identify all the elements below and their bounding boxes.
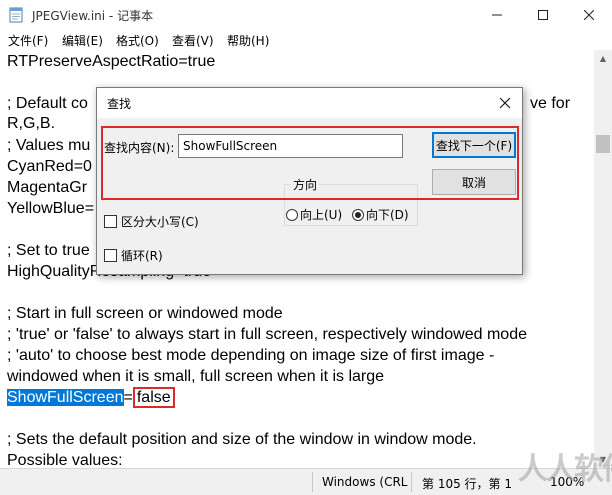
menu-format[interactable]: 格式(O) bbox=[116, 32, 159, 49]
close-icon bbox=[499, 97, 511, 109]
direction-down-radio[interactable]: 向下(D) bbox=[352, 206, 409, 223]
checkbox-icon bbox=[104, 215, 117, 228]
editor-line: windowed when it is small, full screen w… bbox=[7, 368, 385, 385]
find-dialog-titlebar: 查找 bbox=[97, 88, 522, 118]
vertical-scrollbar[interactable]: ▲ ▼ bbox=[594, 50, 612, 468]
maximize-button[interactable] bbox=[520, 0, 566, 30]
direction-up-radio[interactable]: 向上(U) bbox=[286, 206, 342, 223]
find-dialog: 查找 查找内容(N): 查找下一个(F) 取消 方向 向上(U) 向下(D) 区… bbox=[96, 87, 523, 275]
status-divider bbox=[312, 472, 313, 492]
editor-line: ; Sets the default position and size of … bbox=[7, 431, 477, 448]
match-case-checkbox[interactable]: 区分大小写(C) bbox=[104, 213, 199, 230]
watermark-logo: 人人软件 bbox=[518, 452, 612, 487]
editor-line: Possible values: bbox=[7, 452, 123, 468]
match-case-label: 区分大小写(C) bbox=[121, 215, 199, 229]
find-dialog-close-button[interactable] bbox=[488, 88, 522, 118]
editor-line: ; 'true' or 'false' to always start in f… bbox=[7, 326, 527, 343]
window-title: JPEGView.ini - 记事本 bbox=[32, 9, 154, 23]
editor-line: YellowBlue= bbox=[7, 200, 95, 217]
editor-line: ve for bbox=[530, 95, 571, 112]
editor-line: ; Start in full screen or windowed mode bbox=[7, 305, 283, 322]
window-titlebar: JPEGView.ini - 记事本 bbox=[0, 0, 612, 30]
close-button[interactable] bbox=[566, 0, 612, 30]
scroll-thumb[interactable] bbox=[596, 135, 610, 153]
direction-down-label: 向下(D) bbox=[366, 208, 409, 222]
menu-file[interactable]: 文件(F) bbox=[8, 32, 48, 49]
wrap-around-label: 循环(R) bbox=[121, 249, 163, 263]
menu-bar: 文件(F) 编辑(E) 格式(O) 查看(V) 帮助(H) bbox=[0, 30, 612, 50]
editor-line: ; Values mu bbox=[7, 137, 91, 154]
minimize-button[interactable] bbox=[474, 0, 520, 30]
direction-up-label: 向上(U) bbox=[300, 208, 343, 222]
annotation-frame bbox=[101, 126, 519, 200]
find-dialog-title: 查找 bbox=[107, 97, 132, 111]
editor-line: ; Default co bbox=[7, 95, 88, 112]
menu-edit[interactable]: 编辑(E) bbox=[62, 32, 103, 49]
status-divider bbox=[411, 472, 412, 492]
editor-line: ; Set to true bbox=[7, 242, 90, 259]
editor-line: R,G,B. bbox=[7, 115, 56, 132]
editor-line: MagentaGr bbox=[7, 179, 88, 196]
scroll-up-icon[interactable]: ▲ bbox=[594, 50, 612, 67]
notepad-icon bbox=[9, 7, 23, 23]
wrap-around-checkbox[interactable]: 循环(R) bbox=[104, 247, 163, 264]
minimize-icon bbox=[492, 14, 502, 16]
status-position: 第 105 行，第 1 bbox=[422, 477, 512, 491]
status-encoding: Windows (CRL bbox=[322, 475, 408, 489]
equals-sign: = bbox=[123, 389, 133, 406]
selected-text[interactable]: ShowFullScreen bbox=[7, 389, 124, 406]
checkbox-icon bbox=[104, 249, 117, 262]
editor-line-current: ShowFullScreen= false bbox=[7, 387, 175, 408]
close-icon bbox=[584, 10, 594, 20]
editor-line: ; 'auto' to choose best mode depending o… bbox=[7, 347, 495, 364]
radio-off-icon bbox=[286, 208, 298, 221]
menu-help[interactable]: 帮助(H) bbox=[227, 32, 269, 49]
editor-line: RTPreserveAspectRatio=true bbox=[7, 53, 216, 70]
editor-line: CyanRed=0 bbox=[7, 158, 92, 175]
highlighted-value: false bbox=[132, 387, 175, 408]
maximize-icon bbox=[538, 10, 548, 20]
radio-on-icon bbox=[352, 208, 364, 221]
menu-view[interactable]: 查看(V) bbox=[172, 32, 214, 49]
